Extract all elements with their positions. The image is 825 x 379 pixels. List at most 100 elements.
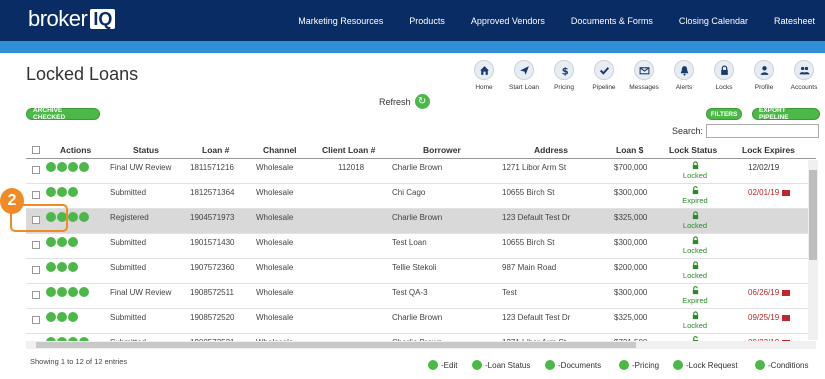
row-loan-number[interactable]: 1908572520 [190, 313, 235, 322]
export-pipeline-button[interactable]: EXPORT PIPELINE [752, 107, 820, 121]
documents-icon[interactable] [68, 262, 78, 272]
mail-icon[interactable] [782, 289, 791, 296]
mail-icon[interactable] [782, 189, 791, 196]
nav-approved-vendors[interactable]: Approved Vendors [471, 16, 545, 26]
home-label: Home [475, 84, 493, 91]
profile-link[interactable]: Profile [744, 60, 784, 91]
documents-icon[interactable] [68, 162, 78, 172]
row-lock-expires-date: 02/01/19 [748, 188, 780, 197]
conditions-icon [755, 360, 765, 370]
header-status[interactable]: Status [133, 145, 159, 155]
loan-status-icon[interactable] [57, 287, 67, 297]
row-loan-number[interactable]: 1812571364 [190, 188, 235, 197]
edit-icon[interactable] [46, 237, 56, 247]
start-loan-link[interactable]: Start Loan [504, 60, 544, 91]
pipeline-link[interactable]: Pipeline [584, 60, 624, 91]
row-lock-expires: 09/25/19 [748, 313, 791, 322]
row-loan-number[interactable]: 1904571973 [190, 213, 235, 222]
header-loan-amount[interactable]: Loan $ [616, 145, 643, 155]
legend-edit-label: -Edit [441, 360, 458, 370]
refresh-icon[interactable]: ↻ [414, 94, 430, 109]
filters-button[interactable]: FILTERS [706, 108, 742, 120]
pricing-icon[interactable] [79, 162, 89, 172]
vertical-scrollbar[interactable] [808, 160, 818, 340]
search-input[interactable] [706, 124, 819, 138]
horizontal-scrollbar[interactable] [26, 341, 816, 349]
horizontal-scroll-thumb[interactable] [36, 342, 636, 348]
nav-marketing-resources[interactable]: Marketing Resources [298, 16, 383, 26]
row-lock-expires: 06/26/19 [748, 288, 791, 297]
row-status: Final UW Review [110, 163, 172, 172]
edit-icon[interactable] [46, 262, 56, 272]
pricing-icon[interactable] [79, 212, 89, 222]
table-row[interactable]: Submitted 1907572360 Wholesale Tellie Steko… [26, 259, 816, 284]
archive-checked-button[interactable]: ARCHIVE CHECKED [26, 107, 100, 121]
documents-icon[interactable] [68, 212, 78, 222]
row-lock-status-label: Expired [682, 196, 708, 205]
row-lock-status: Locked [666, 236, 724, 255]
legend-documents: -Documents [545, 360, 601, 370]
header-lock-status[interactable]: Lock Status [669, 145, 717, 155]
header-channel[interactable]: Channel [263, 145, 297, 155]
home-link[interactable]: Home [464, 60, 504, 91]
row-address: 123 Default Test Dr [502, 213, 571, 222]
documents-icon[interactable] [68, 237, 78, 247]
edit-icon[interactable] [46, 162, 56, 172]
table-row[interactable]: Submitted 1812571364 Wholesale Chi Cago 1065… [26, 184, 816, 209]
table-row[interactable]: Final UW Review 1908572511 Wholesale Test Q… [26, 284, 816, 309]
documents-icon[interactable] [68, 187, 78, 197]
loan-status-icon[interactable] [57, 162, 67, 172]
table-row[interactable]: Final UW Review 1811571216 Wholesale 112018… [26, 159, 816, 184]
loan-status-icon[interactable] [57, 237, 67, 247]
row-channel: Wholesale [256, 163, 294, 172]
table-row[interactable]: Registered 1904571973 Wholesale Charlie Bro… [26, 209, 816, 234]
alerts-link[interactable]: Alerts [664, 60, 704, 91]
pricing-icon[interactable] [79, 287, 89, 297]
row-checkbox[interactable] [32, 241, 40, 249]
select-all-checkbox[interactable] [32, 146, 40, 154]
header-loan-number[interactable]: Loan # [202, 145, 229, 155]
row-loan-number[interactable]: 1901571430 [190, 238, 235, 247]
header-lock-expires[interactable]: Lock Expires [742, 145, 795, 155]
documents-icon[interactable] [68, 287, 78, 297]
row-loan-number[interactable]: 1811571216 [190, 163, 234, 172]
row-status: Submitted [110, 238, 147, 247]
alerts-label: Alerts [675, 84, 693, 91]
edit-icon[interactable] [46, 187, 56, 197]
nav-closing-calendar[interactable]: Closing Calendar [679, 16, 748, 26]
row-actions [46, 162, 90, 172]
header-client-loan-number[interactable]: Client Loan # [322, 145, 375, 155]
row-channel: Wholesale [256, 213, 294, 222]
pricing-icon [619, 360, 629, 370]
locks-link[interactable]: Locks [704, 60, 744, 91]
loan-status-icon[interactable] [57, 187, 67, 197]
nav-ratesheet[interactable]: Ratesheet [774, 16, 815, 26]
edit-icon[interactable] [46, 312, 56, 322]
row-channel: Wholesale [256, 313, 294, 322]
row-loan-number[interactable]: 1907572360 [190, 263, 235, 272]
row-checkbox[interactable] [32, 266, 40, 274]
accounts-link[interactable]: Accounts [784, 60, 824, 91]
row-loan-number[interactable]: 1908572511 [190, 288, 234, 297]
documents-icon[interactable] [68, 312, 78, 322]
row-checkbox[interactable] [32, 166, 40, 174]
row-lock-expires-date: 12/02/19 [748, 163, 780, 172]
edit-icon[interactable] [46, 287, 56, 297]
row-checkbox[interactable] [32, 191, 40, 199]
pricing-link[interactable]: $ Pricing [544, 60, 584, 91]
table-row[interactable]: Submitted 1908572520 Wholesale Charlie Brow… [26, 309, 816, 334]
header-address[interactable]: Address [534, 145, 568, 155]
messages-link[interactable]: Messages [624, 60, 664, 91]
row-checkbox[interactable] [32, 291, 40, 299]
header-borrower[interactable]: Borrower [423, 145, 461, 155]
brokeriq-logo[interactable]: broker IQ [28, 6, 116, 31]
row-checkbox[interactable] [32, 316, 40, 324]
nav-products[interactable]: Products [409, 16, 445, 26]
vertical-scroll-thumb[interactable] [809, 170, 817, 260]
mail-icon[interactable] [782, 314, 791, 321]
nav-documents-forms[interactable]: Documents & Forms [571, 16, 653, 26]
loan-status-icon[interactable] [57, 262, 67, 272]
svg-text:$: $ [561, 66, 568, 76]
table-row[interactable]: Submitted 1901571430 Wholesale Test Loan 106… [26, 234, 816, 259]
loan-status-icon[interactable] [57, 312, 67, 322]
